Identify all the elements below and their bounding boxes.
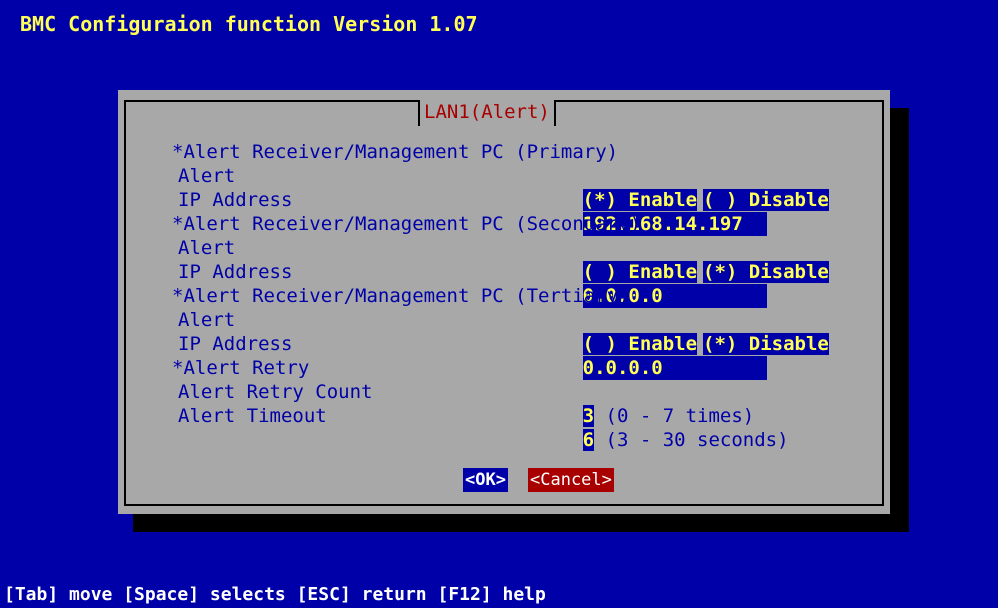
ok-button[interactable]: <OK> — [463, 468, 508, 492]
primary-alert-options: (*) Enable( ) Disable — [514, 164, 829, 211]
retry-count-container: 3 (0 - 7 times) — [514, 380, 754, 427]
tertiary-ip-label: IP Address — [178, 333, 293, 355]
secondary-alert-options: ( ) Enable (*) Disable — [514, 236, 829, 283]
primary-ip-container: 192.168.14.197 — [514, 188, 767, 236]
retry-count-label: Alert Retry Count — [178, 381, 373, 403]
retry-timeout-container: 6 (3 - 30 seconds) — [514, 404, 789, 451]
cancel-button[interactable]: <Cancel> — [528, 468, 614, 492]
retry-heading: *Alert Retry — [172, 357, 310, 379]
secondary-ip-container: 0.0.0.0 — [514, 260, 767, 308]
key-help-footer: [Tab] move [Space] selects [ESC] return … — [4, 584, 546, 605]
primary-ip-label: IP Address — [178, 189, 293, 211]
tertiary-ip-input[interactable]: 0.0.0.0 — [582, 356, 767, 380]
secondary-alert-label: Alert — [178, 237, 236, 259]
secondary-heading: *Alert Receiver/Management PC (Secondary… — [172, 213, 641, 235]
lan1-alert-dialog: LAN1(Alert) *Alert Receiver/Management P… — [118, 90, 890, 514]
dialog-title: LAN1(Alert) — [418, 100, 556, 126]
primary-heading: *Alert Receiver/Management PC (Primary) — [172, 141, 619, 163]
tertiary-ip-container: 0.0.0.0 — [514, 332, 767, 380]
retry-timeout-input[interactable]: 6 — [582, 429, 595, 451]
secondary-ip-label: IP Address — [178, 261, 293, 283]
retry-timeout-range: (3 - 30 seconds) — [594, 429, 789, 451]
dialog-frame: LAN1(Alert) *Alert Receiver/Management P… — [124, 100, 884, 506]
primary-alert-label: Alert — [178, 165, 236, 187]
tertiary-heading: *Alert Receiver/Management PC (Tertiary) — [172, 285, 630, 307]
retry-timeout-label: Alert Timeout — [178, 405, 327, 427]
tertiary-alert-options: ( ) Enable (*) Disable — [514, 308, 829, 355]
screen-title: BMC Configuraion function Version 1.07 — [20, 12, 478, 36]
tertiary-alert-label: Alert — [178, 309, 236, 331]
